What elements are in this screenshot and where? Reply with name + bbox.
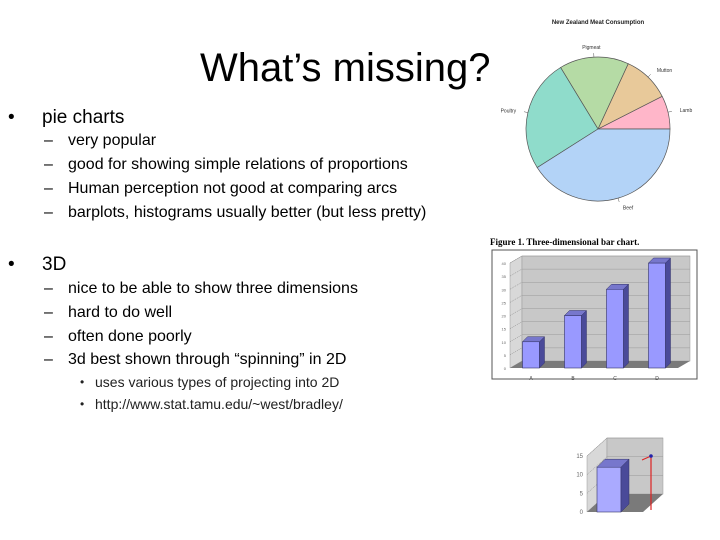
small-measure-point: [649, 454, 653, 458]
y-tick-label: 15: [502, 327, 507, 332]
y-tick-label: 30: [502, 287, 507, 292]
sub-list-item-text: uses various types of projecting into 2D: [95, 374, 340, 390]
section-heading: 3D: [42, 254, 67, 275]
pie-label-pigmeat: Pigmeat: [582, 45, 601, 51]
bar-side: [623, 283, 629, 369]
list-item-text: barplots, histograms usually better (but…: [68, 204, 427, 221]
bar-a: [522, 341, 540, 369]
dash-icon: –: [44, 280, 53, 297]
bullet-icon: •: [80, 397, 85, 411]
pie-label-tick: [523, 111, 528, 113]
dash-icon: –: [44, 204, 53, 221]
y-tick-label: 25: [502, 300, 507, 305]
pie-label-tick: [647, 74, 651, 78]
dash-icon: –: [44, 328, 53, 345]
list-item-text: hard to do well: [68, 304, 173, 321]
pie-label-mutton: Mutton: [657, 68, 673, 74]
bar-b: [564, 315, 582, 369]
small-bar-side: [620, 458, 630, 513]
list-item-text: good for showing simple relations of pro…: [68, 156, 408, 173]
pie-label-lamb: Lamb: [680, 108, 693, 114]
x-tick-label: D: [655, 376, 659, 382]
list-item-text: nice to be able to show three dimensions: [68, 280, 358, 297]
bar-chart-3d: Figure 1. Three-dimensional bar chart. 0…: [490, 237, 698, 382]
bullet-icon: •: [80, 375, 85, 389]
link-text[interactable]: http://www.stat.tamu.edu/~west/bradley/: [95, 393, 343, 415]
list-item-text: 3d best shown through “spinning” in 2D: [68, 351, 347, 368]
pie-chart: New Zealand Meat Consumption Lamb Mutton P…: [501, 20, 693, 212]
x-tick-label: C: [613, 376, 617, 382]
bar-c: [606, 288, 624, 369]
dash-icon: –: [44, 351, 53, 368]
pie-label-poultry: Poultry: [501, 108, 517, 114]
dash-icon: –: [44, 180, 53, 197]
dash-icon: –: [44, 304, 53, 321]
list-item-text: often done poorly: [68, 328, 192, 345]
bullet-icon: •: [8, 254, 15, 275]
dash-icon: –: [44, 132, 53, 149]
small-y-tick-label: 15: [576, 454, 583, 460]
section-heading: pie charts: [42, 107, 125, 128]
small-bar-value: [596, 466, 622, 513]
dash-icon: –: [44, 156, 53, 173]
slide-title: What’s missing?: [200, 46, 491, 90]
bar-side: [539, 336, 545, 369]
bar-side: [581, 309, 587, 369]
pie-label-tick: [667, 111, 672, 113]
bullet-icon: •: [8, 107, 15, 128]
pie-label-tick: [617, 198, 620, 203]
small-y-tick-label: 5: [580, 491, 584, 497]
y-tick-label: 35: [502, 274, 507, 279]
y-tick-label: 10: [502, 340, 507, 345]
bar-d: [648, 262, 666, 369]
list-item-text: Human perception not good at comparing a…: [68, 180, 398, 197]
y-tick-label: 40: [502, 261, 507, 266]
small-y-tick-label: 0: [580, 510, 584, 516]
y-tick-label: 20: [502, 314, 507, 319]
bar-side: [665, 257, 671, 369]
small-y-tick-label: 10: [576, 473, 583, 479]
list-item-text: very popular: [68, 132, 157, 149]
pie-title: New Zealand Meat Consumption: [552, 20, 645, 26]
pie-label-beef: Beef: [623, 206, 634, 212]
bar-chart-title: Figure 1. Three-dimensional bar chart.: [490, 237, 639, 247]
small-bar-chart-3d: 0 5 10 15: [576, 437, 664, 516]
